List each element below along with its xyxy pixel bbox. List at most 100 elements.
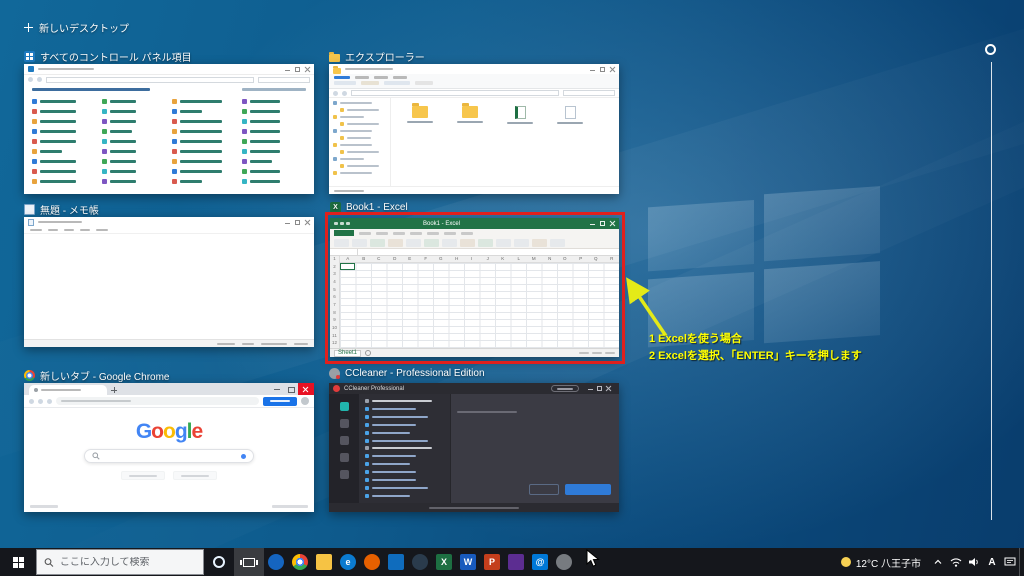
control-panel-item[interactable] — [102, 138, 166, 144]
mail-icon[interactable]: @ — [528, 548, 552, 576]
ime-indicator[interactable]: A — [983, 548, 1001, 576]
window-thumbnail-explorer[interactable] — [329, 64, 619, 194]
checklist-row[interactable] — [359, 437, 450, 444]
search-input[interactable] — [60, 557, 196, 568]
control-panel-item[interactable] — [172, 158, 236, 164]
control-panel-item[interactable] — [242, 98, 306, 104]
control-panel-item[interactable] — [102, 148, 166, 154]
file-item[interactable] — [401, 106, 439, 123]
thunderbird-icon[interactable] — [264, 548, 288, 576]
control-panel-item[interactable] — [172, 108, 236, 114]
checklist-row[interactable] — [359, 414, 450, 421]
timeline-scrollbar[interactable] — [991, 62, 992, 520]
tree-item[interactable] — [333, 157, 386, 161]
sheet-tab[interactable]: Sheet1 — [334, 350, 361, 357]
control-panel-item[interactable] — [242, 148, 306, 154]
chrome-icon[interactable] — [288, 548, 312, 576]
tray-chevron-button[interactable] — [929, 548, 947, 576]
control-panel-item[interactable] — [242, 118, 306, 124]
control-panel-item[interactable] — [32, 98, 96, 104]
control-panel-item[interactable] — [172, 118, 236, 124]
checklist-row[interactable] — [359, 445, 450, 452]
tree-item[interactable] — [333, 115, 386, 119]
checklist-row[interactable] — [359, 398, 450, 405]
window-thumbnail-chrome[interactable]: Google — [24, 383, 314, 512]
action-center-button[interactable] — [1001, 548, 1019, 576]
store-icon[interactable] — [384, 548, 408, 576]
checklist-row[interactable] — [359, 461, 450, 468]
file-item[interactable] — [451, 106, 489, 123]
control-panel-item[interactable] — [102, 158, 166, 164]
tree-item[interactable] — [340, 136, 386, 140]
powerpoint-icon[interactable]: P — [480, 548, 504, 576]
window-thumbnail-excel[interactable]: Book1 - Excel 123456789101112 ABCDEFGHIJ… — [330, 218, 619, 357]
control-panel-item[interactable] — [102, 118, 166, 124]
tree-item[interactable] — [340, 150, 386, 154]
window-thumbnail-ccleaner[interactable]: CCleaner Professional — [329, 383, 619, 512]
tree-item[interactable] — [333, 101, 386, 105]
row-header: 3 — [331, 272, 338, 278]
control-panel-item[interactable] — [32, 118, 96, 124]
control-panel-item[interactable] — [32, 168, 96, 174]
file-item[interactable] — [501, 106, 539, 124]
checklist-row[interactable] — [359, 453, 450, 460]
cortana-button[interactable] — [204, 548, 234, 576]
control-panel-item[interactable] — [102, 98, 166, 104]
control-panel-item[interactable] — [242, 128, 306, 134]
settings-icon[interactable] — [552, 548, 576, 576]
control-panel-item[interactable] — [172, 148, 236, 154]
weather-widget[interactable]: 12°C 八王子市 — [833, 548, 929, 576]
control-panel-item[interactable] — [172, 98, 236, 104]
control-panel-item[interactable] — [242, 178, 306, 184]
checklist-row[interactable] — [359, 469, 450, 476]
control-panel-item[interactable] — [102, 128, 166, 134]
control-panel-item[interactable] — [242, 108, 306, 114]
photos-icon[interactable] — [504, 548, 528, 576]
control-panel-item[interactable] — [32, 138, 96, 144]
control-panel-item[interactable] — [102, 168, 166, 174]
checklist-row[interactable] — [359, 422, 450, 429]
add-sheet-icon[interactable] — [365, 350, 371, 356]
tree-item[interactable] — [340, 108, 386, 112]
control-panel-item[interactable] — [242, 158, 306, 164]
control-panel-item[interactable] — [102, 108, 166, 114]
control-panel-item[interactable] — [32, 128, 96, 134]
show-desktop-button[interactable] — [1019, 548, 1024, 576]
tree-item[interactable] — [333, 171, 386, 175]
control-panel-item[interactable] — [172, 128, 236, 134]
control-panel-item[interactable] — [102, 178, 166, 184]
control-panel-item[interactable] — [172, 168, 236, 174]
taskbar-search[interactable] — [36, 549, 204, 575]
edge-icon[interactable]: e — [336, 548, 360, 576]
steam-icon[interactable] — [408, 548, 432, 576]
volume-button[interactable] — [965, 548, 983, 576]
control-panel-item[interactable] — [172, 178, 236, 184]
control-panel-item[interactable] — [32, 178, 96, 184]
word-icon[interactable]: W — [456, 548, 480, 576]
control-panel-item[interactable] — [242, 138, 306, 144]
tree-item[interactable] — [333, 129, 386, 133]
checklist-row[interactable] — [359, 492, 450, 499]
file-item[interactable] — [551, 106, 589, 124]
control-panel-item[interactable] — [32, 108, 96, 114]
network-button[interactable] — [947, 548, 965, 576]
checklist-row[interactable] — [359, 406, 450, 413]
excel-icon[interactable]: X — [432, 548, 456, 576]
control-panel-item[interactable] — [32, 158, 96, 164]
window-thumbnail-control-panel[interactable] — [24, 64, 314, 194]
start-button[interactable] — [0, 548, 36, 576]
tree-item[interactable] — [333, 143, 386, 147]
control-panel-item[interactable] — [32, 148, 96, 154]
firefox-icon[interactable] — [360, 548, 384, 576]
tree-item[interactable] — [340, 164, 386, 168]
explorer-icon[interactable] — [312, 548, 336, 576]
window-thumbnail-notepad[interactable] — [24, 217, 314, 347]
task-view-button[interactable] — [234, 548, 264, 576]
control-panel-item[interactable] — [242, 168, 306, 174]
control-panel-item[interactable] — [172, 138, 236, 144]
checklist-row[interactable] — [359, 476, 450, 483]
checklist-row[interactable] — [359, 484, 450, 491]
tree-item[interactable] — [340, 122, 386, 126]
new-desktop-button[interactable]: 新しいデスクトップ — [24, 20, 129, 35]
checklist-row[interactable] — [359, 429, 450, 436]
